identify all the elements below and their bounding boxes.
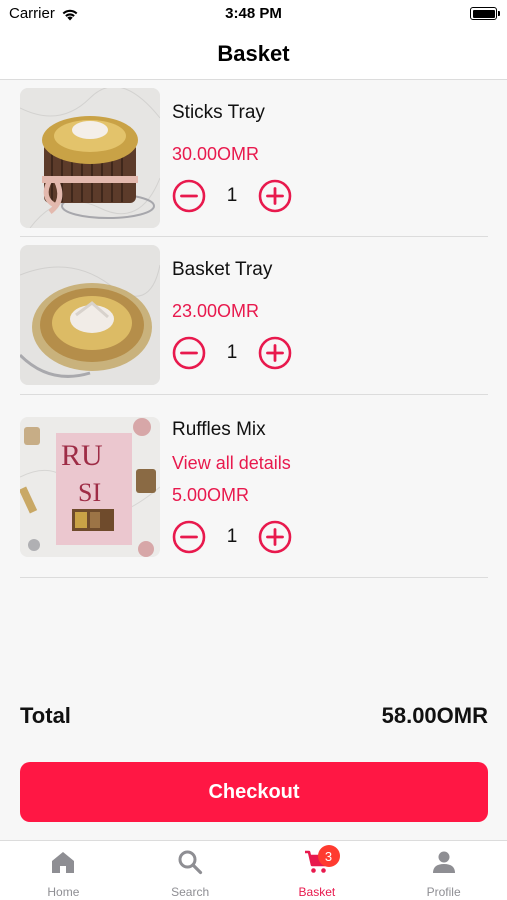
product-price: 5.00OMR bbox=[172, 485, 250, 505]
checkout-button[interactable]: Checkout bbox=[20, 762, 488, 822]
tab-search[interactable]: Search bbox=[127, 841, 254, 900]
status-bar: Carrier 3:48 PM bbox=[0, 0, 507, 28]
battery-icon bbox=[470, 7, 500, 20]
quantity-stepper: 1 bbox=[172, 179, 292, 213]
svg-text:SI: SI bbox=[78, 478, 101, 507]
product-image-sticks-tray[interactable] bbox=[20, 88, 160, 228]
status-time: 3:48 PM bbox=[225, 5, 282, 22]
page-title: Basket bbox=[217, 40, 290, 66]
tab-search-label: Search bbox=[171, 885, 210, 899]
minus-circle-icon[interactable] bbox=[172, 179, 206, 213]
cart-item: Sticks Tray 30.00OMR 1 bbox=[20, 80, 488, 237]
home-icon bbox=[52, 852, 75, 873]
quantity-value: 1 bbox=[226, 185, 238, 206]
product-price: 30.00OMR bbox=[172, 144, 260, 164]
tab-profile-label: Profile bbox=[426, 885, 461, 899]
quantity-value: 1 bbox=[226, 526, 238, 547]
tab-basket-label: Basket bbox=[298, 885, 336, 899]
product-name: Sticks Tray bbox=[172, 102, 265, 123]
total-row: Total 58.00OMR bbox=[20, 703, 488, 729]
total-label: Total bbox=[20, 703, 71, 728]
cart-item: Basket Tray 23.00OMR 1 bbox=[20, 237, 488, 395]
tab-profile[interactable]: Profile bbox=[380, 841, 507, 900]
cart-item: RU SI Ruffles Mix View all details 5.00O… bbox=[20, 395, 488, 578]
plus-circle-icon[interactable] bbox=[258, 520, 292, 554]
cart-count-badge: 3 bbox=[317, 845, 340, 867]
total-value: 58.00OMR bbox=[381, 703, 488, 728]
plus-circle-icon[interactable] bbox=[258, 179, 292, 213]
quantity-value: 1 bbox=[226, 342, 238, 363]
view-details-link[interactable]: View all details bbox=[172, 453, 291, 474]
tab-home[interactable]: Home bbox=[0, 841, 127, 900]
tab-bar: Home Search 3 Basket Profile bbox=[0, 840, 507, 900]
quantity-stepper: 1 bbox=[172, 336, 292, 370]
product-price: 23.00OMR bbox=[172, 301, 260, 321]
plus-circle-icon[interactable] bbox=[258, 336, 292, 370]
product-image-ruffles-mix[interactable]: RU SI bbox=[20, 417, 160, 557]
quantity-stepper: 1 bbox=[172, 520, 292, 554]
minus-circle-icon[interactable] bbox=[172, 520, 206, 554]
svg-text:RU: RU bbox=[61, 439, 103, 472]
product-image-basket-tray[interactable] bbox=[20, 245, 160, 385]
nav-bar: Basket bbox=[0, 28, 507, 80]
cart-list: Sticks Tray 30.00OMR 1 Basket Tray 23.00… bbox=[20, 80, 488, 578]
product-name: Basket Tray bbox=[172, 259, 273, 280]
person-icon bbox=[432, 851, 455, 873]
minus-circle-icon[interactable] bbox=[172, 336, 206, 370]
search-icon bbox=[178, 850, 203, 875]
product-name: Ruffles Mix bbox=[172, 419, 266, 440]
tab-basket[interactable]: 3 Basket bbox=[254, 841, 381, 900]
tab-home-label: Home bbox=[47, 885, 80, 899]
